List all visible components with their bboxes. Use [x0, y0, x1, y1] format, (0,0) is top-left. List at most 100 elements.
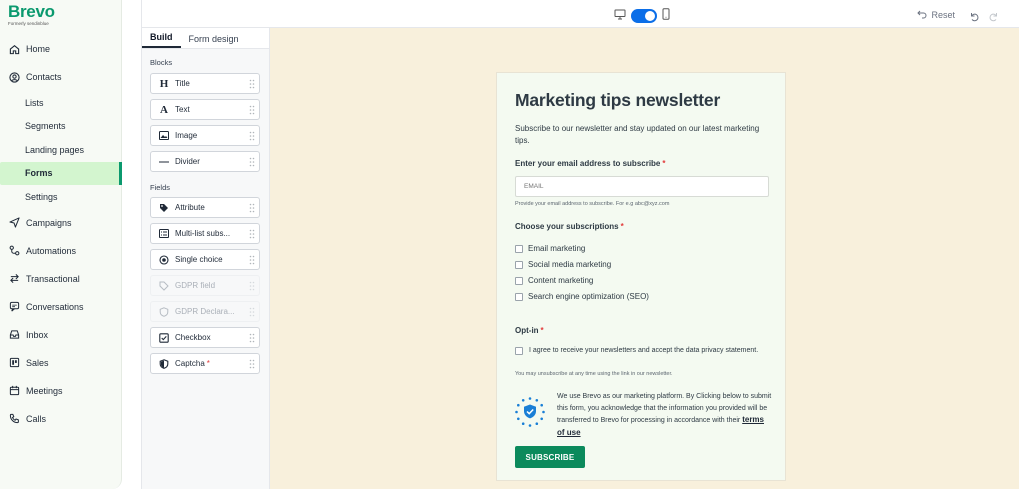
drag-handle-icon[interactable]: [249, 229, 255, 239]
subscription-option[interactable]: Content marketing: [515, 276, 593, 285]
nav-item-landing-pages[interactable]: Landing pages: [0, 138, 122, 162]
drag-handle-icon[interactable]: [249, 333, 255, 343]
checkbox[interactable]: [515, 292, 523, 301]
list-icon: [159, 229, 169, 238]
nav-item-home[interactable]: Home: [0, 35, 122, 63]
send-icon: [8, 217, 20, 229]
subscription-option[interactable]: Search engine optimization (SEO): [515, 292, 649, 301]
shield-icon: [159, 306, 169, 317]
field-label: Single choice: [175, 255, 223, 264]
nav-item-forms[interactable]: Forms: [0, 161, 122, 185]
subscriptions-label-text: Choose your subscriptions: [515, 222, 619, 231]
option-label: Email marketing: [528, 244, 586, 253]
option-label: Social media marketing: [528, 260, 612, 269]
email-input[interactable]: [515, 176, 769, 197]
device-toggle[interactable]: [631, 9, 657, 23]
drag-handle-icon[interactable]: [249, 359, 255, 369]
redo-icon[interactable]: [989, 9, 999, 27]
field-label: GDPR field: [175, 281, 216, 290]
nav-label: Contacts: [26, 72, 62, 82]
drag-handle-icon[interactable]: [249, 79, 255, 89]
checkbox-icon: [159, 332, 169, 343]
block-label: Divider: [175, 157, 200, 166]
drag-handle-icon[interactable]: [249, 157, 255, 167]
checkbox[interactable]: [515, 244, 523, 253]
email-help-text: Provide your email address to subscribe.…: [515, 201, 670, 207]
undo-icon[interactable]: [969, 9, 979, 27]
brand-logo[interactable]: Brevo Formerly sendinblue: [8, 3, 55, 27]
desktop-icon[interactable]: [614, 7, 626, 25]
field-gdpr-declaration: GDPR Declara...: [150, 301, 260, 322]
nav-item-conversations[interactable]: Conversations: [0, 293, 122, 321]
brand-subtitle: Formerly sendinblue: [8, 21, 49, 26]
reset-button[interactable]: Reset: [917, 9, 955, 21]
field-single-choice[interactable]: Single choice: [150, 249, 260, 270]
field-captcha[interactable]: Captcha *: [150, 353, 260, 374]
transactional-icon: [8, 273, 20, 285]
form-title[interactable]: Marketing tips newsletter: [515, 90, 720, 111]
tab-build[interactable]: Build: [142, 32, 181, 48]
drag-handle-icon: [249, 307, 255, 317]
nav-item-contacts[interactable]: Contacts: [0, 63, 122, 91]
required-mark: *: [662, 159, 666, 168]
nav-item-settings[interactable]: Settings: [0, 185, 122, 209]
block-label: Image: [175, 131, 198, 140]
nav-label: Inbox: [26, 329, 49, 340]
checkbox[interactable]: [515, 276, 523, 285]
checkbox[interactable]: [515, 260, 523, 269]
legal-notice: We use Brevo as our marketing platform. …: [557, 391, 773, 439]
mobile-icon[interactable]: [662, 7, 670, 25]
drag-handle-icon[interactable]: [249, 255, 255, 265]
nav-item-inbox[interactable]: Inbox: [0, 321, 122, 349]
legal-text: We use Brevo as our marketing platform. …: [557, 393, 772, 424]
block-title[interactable]: H Title: [150, 73, 260, 94]
drag-handle-icon[interactable]: [249, 203, 255, 213]
checkbox[interactable]: [515, 347, 523, 355]
block-text[interactable]: A Text: [150, 99, 260, 120]
block-image[interactable]: Image: [150, 125, 260, 146]
drag-handle-icon[interactable]: [249, 131, 255, 141]
tag-icon: [159, 203, 169, 213]
subscription-option[interactable]: Email marketing: [515, 244, 585, 253]
brand-name: Brevo: [8, 2, 55, 21]
inbox-icon: [8, 329, 20, 341]
radio-icon: [159, 254, 169, 265]
blocks-heading: Blocks: [150, 58, 173, 67]
phone-icon: [8, 413, 20, 425]
optin-help-text: You may unsubscribe at any time using th…: [515, 371, 673, 377]
form-canvas: Marketing tips newsletter Subscribe to o…: [270, 28, 1019, 489]
nav-item-campaigns[interactable]: Campaigns: [0, 209, 122, 237]
block-label: Text: [175, 105, 190, 114]
chat-icon: [8, 301, 20, 313]
tab-form-design[interactable]: Form design: [181, 34, 247, 48]
captcha-icon: [159, 358, 169, 369]
field-label: Captcha: [175, 359, 205, 368]
block-divider[interactable]: Divider: [150, 151, 260, 172]
required-mark: *: [540, 326, 544, 335]
email-label-text: Enter your email address to subscribe: [515, 159, 661, 168]
optin-label-text: Opt-in: [515, 326, 539, 335]
calendar-icon: [8, 385, 20, 397]
field-checkbox[interactable]: Checkbox: [150, 327, 260, 348]
drag-handle-icon[interactable]: [249, 105, 255, 115]
nav-item-automations[interactable]: Automations: [0, 237, 122, 265]
nav-item-meetings[interactable]: Meetings: [0, 377, 122, 405]
subscribe-button[interactable]: SUBSCRIBE: [515, 446, 585, 468]
nav-label: Transactional: [26, 273, 80, 284]
nav-item-lists[interactable]: Lists: [0, 91, 122, 115]
email-label: Enter your email address to subscribe *: [515, 159, 666, 168]
nav-item-transactional[interactable]: Transactional: [0, 265, 122, 293]
text-icon: A: [160, 103, 168, 116]
field-attribute[interactable]: Attribute: [150, 197, 260, 218]
nav-item-sales[interactable]: Sales: [0, 349, 122, 377]
main-sidebar: Brevo Formerly sendinblue Home Contacts …: [0, 0, 122, 489]
form-description[interactable]: Subscribe to our newsletter and stay upd…: [515, 123, 765, 146]
main-nav: Home Contacts Lists Segments Landing pag…: [0, 35, 122, 433]
field-multi-list[interactable]: Multi-list subs...: [150, 223, 260, 244]
optin-label: Opt-in *: [515, 326, 544, 335]
subscription-option[interactable]: Social media marketing: [515, 260, 611, 269]
nav-item-segments[interactable]: Segments: [0, 115, 122, 139]
toggle-knob: [645, 11, 655, 21]
optin-checkbox[interactable]: I agree to receive your newsletters and …: [515, 346, 765, 356]
nav-item-calls[interactable]: Calls: [0, 405, 122, 433]
